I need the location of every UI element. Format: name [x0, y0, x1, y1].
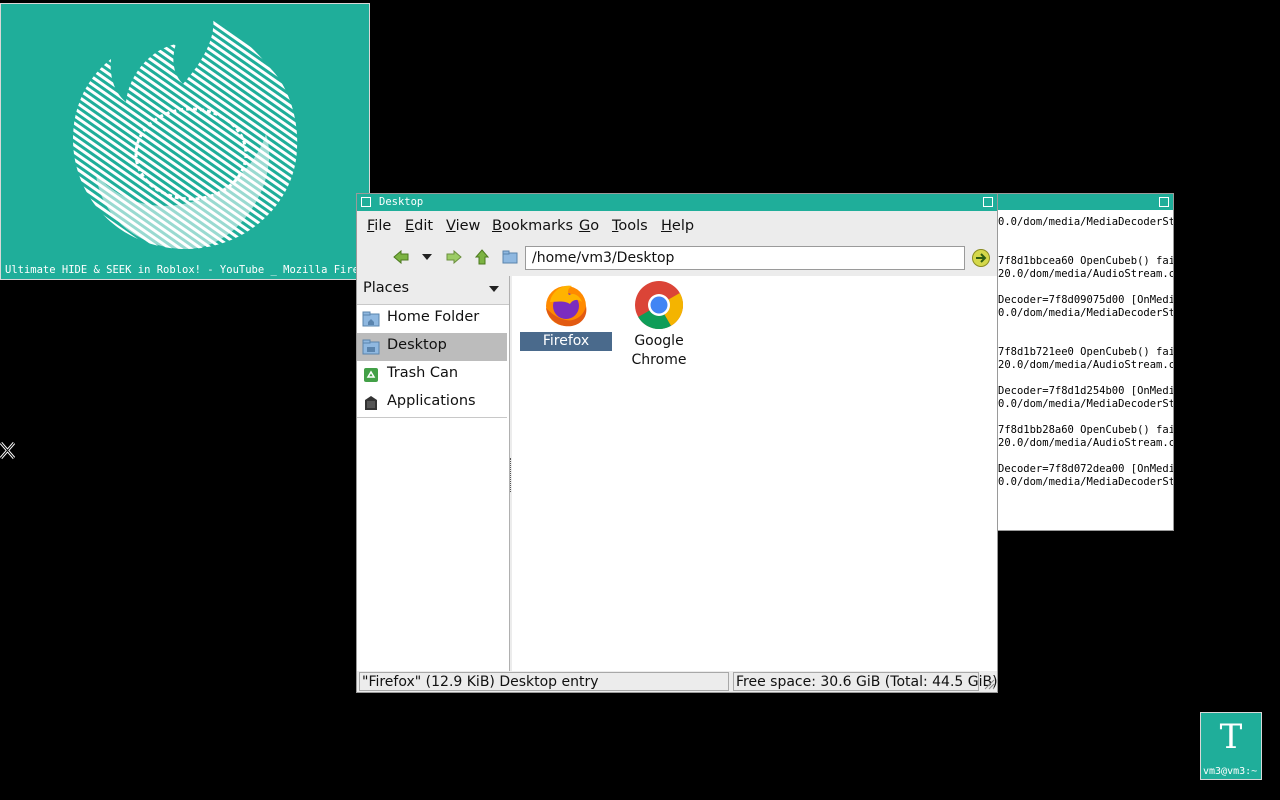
file-manager-window[interactable]: Desktop File Edit View Bookmarks Go Tool… [356, 193, 998, 693]
home-folder-icon [362, 311, 380, 327]
places-title: Places [363, 280, 410, 296]
resize-grip-icon[interactable] [983, 678, 995, 690]
terminal-line: 7f8d1bb28a60 OpenCubeb() fail [998, 424, 1174, 436]
folder-icon [502, 250, 518, 264]
file-item-label: Chrome [631, 352, 687, 368]
sidebar-item-desktop[interactable]: Desktop [357, 333, 507, 361]
status-bar: "Firefox" (12.9 KiB) Desktop entry Free … [357, 672, 998, 692]
terminal-line: 0.0/dom/media/MediaDecoderSta [998, 398, 1174, 410]
maximize-button[interactable] [1159, 197, 1169, 207]
terminal-line: 0.0/dom/media/MediaDecoderSta [998, 476, 1174, 488]
trash-icon [364, 368, 378, 382]
sidebar-item-label: Desktop [387, 337, 447, 353]
window-menu-button[interactable] [361, 197, 371, 207]
terminal-titlebar[interactable] [995, 194, 1173, 210]
forward-arrow-icon [446, 250, 462, 264]
x-cursor-icon [0, 442, 16, 459]
menu-go[interactable]: Go [579, 218, 599, 234]
sidebar-divider [357, 417, 507, 418]
menu-file[interactable]: File [367, 218, 391, 234]
back-button[interactable] [391, 247, 411, 267]
desktop-folder-icon [362, 339, 380, 355]
chevron-down-icon [422, 254, 432, 260]
chevron-down-icon[interactable] [489, 286, 499, 292]
up-button[interactable] [472, 247, 492, 267]
terminal-window[interactable]: 0.0/dom/media/MediaDecoderSta 7f8d1bbcea… [994, 193, 1174, 531]
terminal-line: 20.0/dom/media/AudioStream.cp [998, 359, 1174, 371]
go-arrow-icon [972, 249, 990, 267]
terminal-line: Decoder=7f8d1d254b00 [OnMedia [998, 385, 1174, 397]
terminal-line: Decoder=7f8d09075d00 [OnMedia [998, 294, 1174, 306]
forward-button[interactable] [444, 247, 464, 267]
sidebar-item-applications[interactable]: Applications [357, 389, 507, 417]
file-item-google-chrome[interactable]: Google Chrome [612, 280, 706, 370]
terminal-glyph-icon: T [1219, 717, 1243, 757]
maximize-button[interactable] [983, 197, 993, 207]
menu-edit[interactable]: Edit [405, 218, 433, 234]
terminal-icon[interactable]: T vm3@vm3:~ [1200, 712, 1262, 780]
terminal-icon-label: vm3@vm3:~ [1203, 766, 1258, 777]
places-header[interactable]: Places [357, 276, 509, 305]
file-view[interactable]: Firefox Google Chrome [512, 276, 997, 671]
history-dropdown-button[interactable] [417, 247, 437, 267]
sidebar-item-trash-can[interactable]: Trash Can [357, 361, 507, 389]
go-button[interactable] [971, 248, 991, 268]
firefox-window[interactable]: Ultimate HIDE & SEEK in Roblox! - YouTub… [0, 3, 378, 280]
file-manager-titlebar[interactable]: Desktop [357, 194, 997, 211]
location-folder-button[interactable] [500, 247, 520, 267]
sidebar-item-label: Trash Can [387, 365, 459, 381]
file-item-firefox[interactable]: Firefox [519, 280, 613, 351]
selection-status: "Firefox" (12.9 KiB) Desktop entry [359, 672, 729, 691]
file-item-label: Firefox [520, 332, 612, 351]
menu-help[interactable]: Help [661, 218, 694, 234]
menu-view[interactable]: View [446, 218, 480, 234]
sidebar-item-label: Home Folder [387, 309, 480, 325]
menu-bar: File Edit View Bookmarks Go Tools Help [357, 213, 997, 239]
terminal-line: Decoder=7f8d072dea00 [OnMedia [998, 463, 1174, 475]
menu-bookmarks[interactable]: Bookmarks [492, 218, 573, 234]
terminal-line: 7f8d1b721ee0 OpenCubeb() fail [998, 346, 1174, 358]
file-item-label: Google [634, 333, 684, 349]
places-sidebar: Places Home Folder Desktop Trash Can App… [357, 276, 510, 671]
sidebar-item-home-folder[interactable]: Home Folder [357, 305, 507, 333]
window-title: Desktop [379, 196, 424, 208]
up-arrow-icon [475, 249, 489, 265]
terminal-line: 0.0/dom/media/MediaDecoderSta [998, 216, 1174, 228]
terminal-line: 20.0/dom/media/AudioStream.cp [998, 268, 1174, 280]
firefox-icon [546, 285, 587, 327]
location-input[interactable]: /home/vm3/Desktop [525, 246, 965, 270]
terminal-line: 0.0/dom/media/MediaDecoderSta [998, 307, 1174, 319]
back-arrow-icon [393, 250, 409, 264]
menu-tools[interactable]: Tools [612, 218, 648, 234]
chrome-icon [635, 281, 684, 330]
sidebar-item-label: Applications [387, 393, 476, 409]
firefox-window-title: Ultimate HIDE & SEEK in Roblox! - YouTub… [5, 264, 378, 276]
terminal-line: 20.0/dom/media/AudioStream.cp [998, 437, 1174, 449]
free-space-status: Free space: 30.6 GiB (Total: 44.5 GiB) [733, 672, 998, 691]
firefox-logo-icon [73, 18, 298, 249]
terminal-line: 7f8d1bbcea60 OpenCubeb() fail [998, 255, 1174, 267]
applications-icon [365, 396, 377, 410]
